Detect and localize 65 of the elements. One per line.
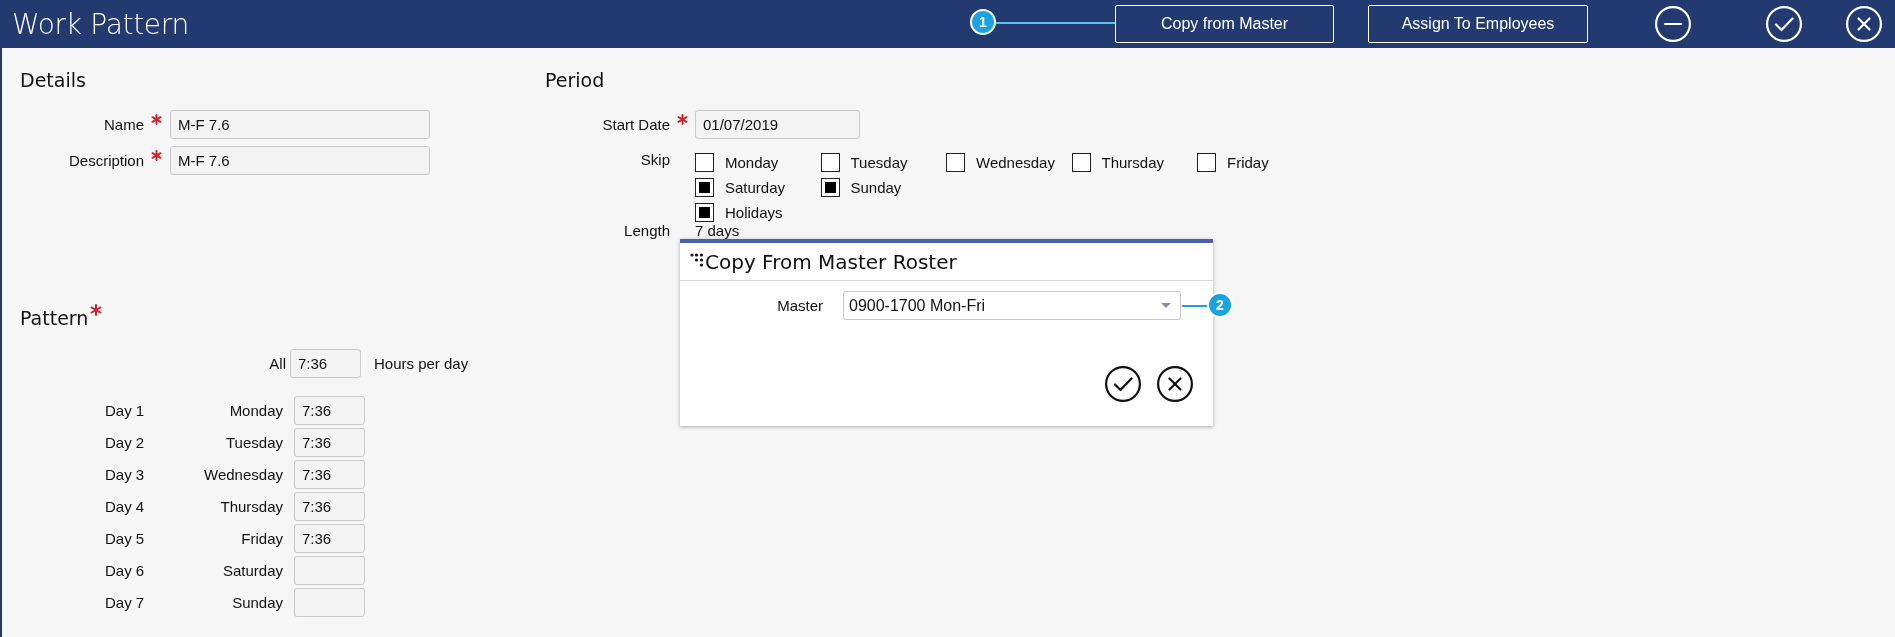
dialog-title: Copy From Master Roster <box>705 250 957 274</box>
weekday-label: Friday <box>241 530 284 547</box>
checkbox[interactable] <box>820 153 840 172</box>
input-field[interactable]: 7:36 <box>294 396 365 425</box>
dots-icon <box>690 253 704 267</box>
weekday-label: Wednesday <box>204 466 284 483</box>
field-label: Master <box>776 297 823 314</box>
input-field[interactable]: M-F 7.6 <box>170 110 430 139</box>
toolbar-button[interactable]: Copy from Master <box>1115 5 1334 43</box>
checkbox-label: Holidays <box>725 204 783 221</box>
checkbox[interactable] <box>695 153 714 172</box>
day-label: Day 5 <box>105 530 145 547</box>
section-heading: Details <box>20 68 87 92</box>
checkbox[interactable] <box>820 178 840 197</box>
checkbox-label: Friday <box>1227 154 1269 171</box>
weekday-label: Monday <box>229 402 284 419</box>
field-label: Start Date <box>601 116 670 133</box>
callout-badge: 2 <box>1207 292 1233 318</box>
toolbar-button[interactable]: Assign To Employees <box>1368 5 1588 43</box>
field-label: Description <box>67 152 144 169</box>
day-label: Day 7 <box>105 594 145 611</box>
checkbox-label: Wednesday <box>976 154 1055 171</box>
length-value: 7 days <box>695 222 741 239</box>
checkbox[interactable] <box>695 203 714 222</box>
date-field[interactable]: 01/07/2019 <box>695 110 860 139</box>
day-label: Day 4 <box>105 498 145 515</box>
minus-icon[interactable] <box>1655 6 1691 42</box>
input-field[interactable] <box>294 556 365 585</box>
day-label: Day 6 <box>105 562 145 579</box>
checkbox-label: Saturday <box>725 179 786 196</box>
input-field[interactable]: 7:36 <box>294 460 365 489</box>
day-label: Day 2 <box>105 434 145 451</box>
weekday-label: Saturday <box>222 562 284 579</box>
field-label: All <box>268 355 287 372</box>
input-field[interactable]: M-F 7.6 <box>170 146 430 175</box>
leader-line <box>1182 305 1209 307</box>
checkbox-label: Sunday <box>850 179 902 196</box>
checkbox[interactable] <box>1071 153 1091 172</box>
window-title: Work Pattern <box>12 7 189 41</box>
master-dropdown[interactable]: 0900-1700 Mon-Fri <box>843 291 1181 320</box>
section-heading: Period <box>545 68 606 92</box>
input-field[interactable] <box>294 588 365 617</box>
day-label: Day 3 <box>105 466 145 483</box>
day-label: Day 1 <box>105 402 145 419</box>
check-icon[interactable] <box>1105 366 1141 402</box>
section-heading: Pattern <box>20 306 89 330</box>
weekday-label: Tuesday <box>226 434 284 451</box>
close-icon[interactable] <box>1157 366 1193 402</box>
weekday-label: Sunday <box>232 594 284 611</box>
input-field[interactable]: 7:36 <box>290 349 361 378</box>
input-field[interactable]: 7:36 <box>294 428 365 457</box>
checkbox-label: Thursday <box>1101 154 1165 171</box>
input-field[interactable]: 7:36 <box>294 492 365 521</box>
checkbox-label: Tuesday <box>850 154 908 171</box>
input-field[interactable]: 7:36 <box>294 524 365 553</box>
field-label: Length <box>623 222 670 239</box>
checkbox[interactable] <box>1197 153 1216 172</box>
weekday-label: Thursday <box>220 498 284 515</box>
checkbox[interactable] <box>946 153 965 172</box>
unit-label: Hours per day <box>374 355 470 372</box>
checkbox-label: Monday <box>725 154 779 171</box>
checkbox[interactable] <box>695 178 714 197</box>
caret-icon <box>1160 302 1172 309</box>
field-label: Name <box>103 116 144 133</box>
field-label: Skip <box>639 151 670 168</box>
